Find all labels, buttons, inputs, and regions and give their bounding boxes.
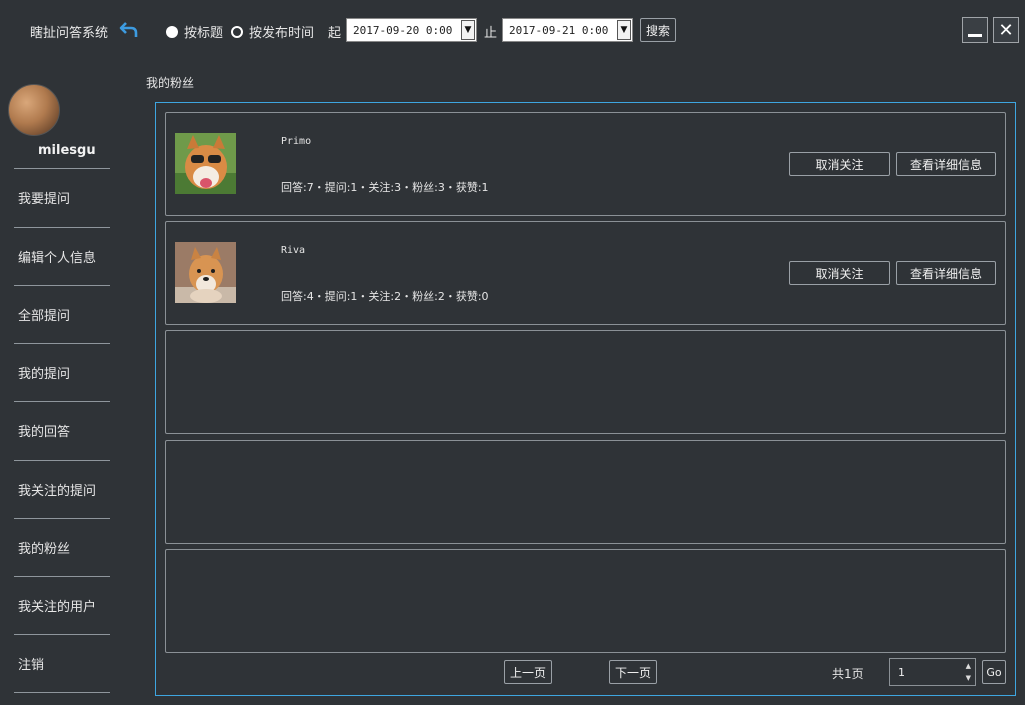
- sidebar-item-edit-profile[interactable]: 编辑个人信息: [14, 227, 110, 285]
- sidebar-item-label: 我的粉丝: [18, 542, 71, 557]
- from-date-picker[interactable]: 2017-09-20 0:00 ▼: [346, 18, 477, 42]
- radio-by-title-label: 按标题: [184, 26, 224, 41]
- chevron-down-icon[interactable]: ▼: [617, 20, 631, 40]
- sidebar-item-ask[interactable]: 我要提问: [14, 168, 110, 226]
- sidebar-item-followed-questions[interactable]: 我关注的提问: [14, 460, 110, 518]
- fan-stats: 回答:4・提问:1・关注:2・粉丝:2・获赞:0: [281, 290, 489, 303]
- sidebar-item-label: 注销: [18, 658, 45, 673]
- page-number-value: 1: [898, 665, 905, 679]
- fan-name: Primo: [281, 136, 312, 147]
- sidebar-item-followed-users[interactable]: 我关注的用户: [14, 576, 110, 634]
- fan-stats: 回答:7・提问:1・关注:3・粉丝:3・获赞:1: [281, 181, 489, 194]
- sidebar-item-my-answers[interactable]: 我的回答: [14, 401, 110, 459]
- sidebar-item-logout[interactable]: 注销: [14, 634, 110, 692]
- radio-selected-icon: [166, 25, 178, 38]
- sidebar-item-all-questions[interactable]: 全部提问: [14, 285, 110, 343]
- fan-card: Riva 回答:4・提问:1・关注:2・粉丝:2・获赞:0 取消关注 查看详细信…: [165, 221, 1006, 325]
- username: milesgu: [38, 143, 96, 158]
- radio-by-title[interactable]: 按标题: [166, 22, 223, 41]
- sidebar-item-my-questions[interactable]: 我的提问: [14, 343, 110, 401]
- fan-avatar: [175, 242, 236, 303]
- view-details-button[interactable]: 查看详细信息: [896, 261, 996, 285]
- total-pages: 共1页: [832, 667, 864, 681]
- prev-page-button[interactable]: 上一页: [504, 660, 552, 684]
- fan-name: Riva: [281, 245, 306, 256]
- sidebar-item-label: 全部提问: [18, 309, 71, 324]
- to-date-picker[interactable]: 2017-09-21 0:00 ▼: [502, 18, 633, 42]
- back-arrow-icon[interactable]: [118, 20, 140, 40]
- sidebar-item-label: 我关注的用户: [18, 600, 97, 615]
- fan-card-empty: [165, 549, 1006, 653]
- search-button[interactable]: 搜索: [640, 18, 676, 42]
- sidebar-item-label: 我的回答: [18, 425, 71, 440]
- chevron-down-icon[interactable]: ▼: [461, 20, 475, 40]
- next-page-button[interactable]: 下一页: [609, 660, 657, 684]
- stepper-up-icon[interactable]: ▲: [966, 660, 971, 672]
- unfollow-button[interactable]: 取消关注: [789, 261, 890, 285]
- minimize-button[interactable]: [962, 17, 988, 43]
- radio-by-time-label: 按发布时间: [249, 26, 315, 41]
- close-button[interactable]: ✕: [993, 17, 1019, 43]
- sidebar-item-label: 我要提问: [18, 192, 71, 207]
- stepper-down-icon[interactable]: ▼: [966, 672, 971, 684]
- sidebar-item-label: 编辑个人信息: [18, 251, 97, 266]
- minimize-icon: [968, 33, 982, 37]
- fan-card-empty: [165, 330, 1006, 434]
- user-avatar: [8, 84, 60, 136]
- page-number-stepper[interactable]: 1 ▲ ▼: [889, 658, 976, 686]
- radio-by-time[interactable]: 按发布时间: [231, 22, 314, 41]
- unfollow-button[interactable]: 取消关注: [789, 152, 890, 176]
- fan-avatar: [175, 133, 236, 194]
- app-title: 瞎扯问答系统: [30, 26, 109, 41]
- close-icon: ✕: [998, 19, 1014, 41]
- go-button[interactable]: Go: [982, 660, 1006, 684]
- from-label: 起: [328, 26, 342, 41]
- from-date-value: 2017-09-20 0:00: [353, 23, 453, 37]
- sidebar-item-label: 我关注的提问: [18, 484, 97, 499]
- sidebar-item-my-fans[interactable]: 我的粉丝: [14, 518, 110, 576]
- section-title: 我的粉丝: [146, 76, 195, 90]
- to-label: 止: [484, 26, 498, 41]
- to-date-value: 2017-09-21 0:00: [509, 23, 609, 37]
- sidebar-item-label: 我的提问: [18, 367, 71, 382]
- view-details-button[interactable]: 查看详细信息: [896, 152, 996, 176]
- sidebar-divider: [14, 692, 110, 693]
- fan-card-empty: [165, 440, 1006, 544]
- radio-unselected-icon: [231, 25, 243, 38]
- fan-card: Primo 回答:7・提问:1・关注:3・粉丝:3・获赞:1 取消关注 查看详细…: [165, 112, 1006, 216]
